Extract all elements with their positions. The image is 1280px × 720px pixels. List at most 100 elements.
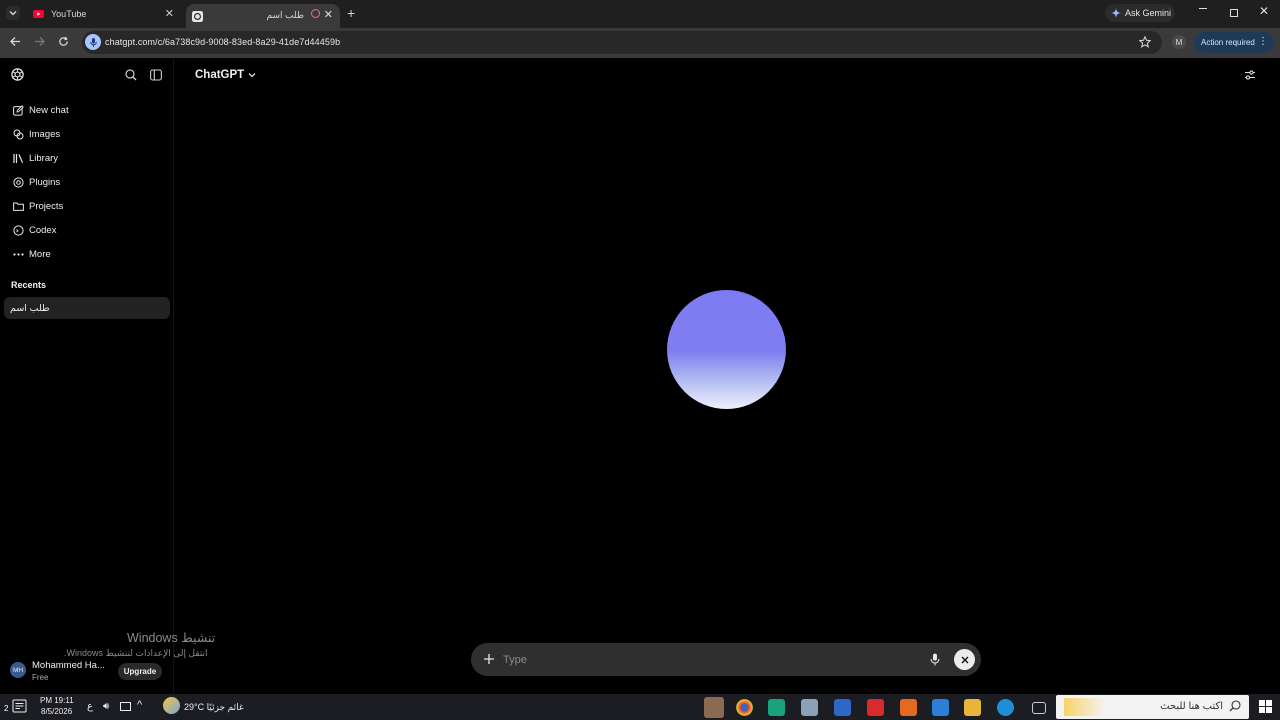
microphone-icon bbox=[89, 37, 97, 47]
volume-icon[interactable]: 🔊︎ bbox=[103, 701, 109, 712]
add-attachment-button[interactable] bbox=[483, 653, 495, 665]
toggle-sidebar-button[interactable] bbox=[150, 69, 162, 81]
codex-icon bbox=[12, 224, 24, 236]
restore-icon[interactable] bbox=[1230, 9, 1238, 17]
tab-youtube[interactable]: YouTube ✕ bbox=[26, 2, 182, 26]
sidebar-item-label: Projects bbox=[29, 200, 64, 212]
weather-text[interactable]: 29°C غائم جزئيًا bbox=[184, 702, 244, 713]
search-icon bbox=[1229, 700, 1241, 712]
sidebar-icon bbox=[150, 69, 162, 81]
recording-indicator-icon bbox=[311, 9, 320, 18]
clock-time[interactable]: PM 19:11 bbox=[40, 696, 74, 705]
voice-mode-orb bbox=[667, 290, 786, 409]
youtube-icon bbox=[33, 10, 44, 18]
sidebar-item-label: Library bbox=[29, 152, 59, 164]
taskbar-app-4-icon[interactable] bbox=[801, 699, 818, 716]
search-chats-button[interactable] bbox=[125, 69, 137, 81]
taskbar-search[interactable]: اكتب هنا للبحث bbox=[1056, 695, 1249, 719]
site-info-button[interactable] bbox=[85, 34, 101, 50]
action-required-label: Action required bbox=[1201, 38, 1255, 47]
sidebar: New chat Images Library Plugins Projects… bbox=[0, 58, 174, 694]
action-required-button[interactable]: Action required ⋮ bbox=[1194, 32, 1274, 53]
sidebar-item-images[interactable]: Images bbox=[4, 123, 170, 145]
sidebar-item-projects[interactable]: Projects bbox=[4, 195, 170, 217]
user-name: Mohammed Ha... bbox=[32, 660, 105, 671]
taskbar-app-7-icon[interactable] bbox=[900, 699, 917, 716]
store-icon[interactable] bbox=[834, 699, 851, 716]
notification-icon bbox=[12, 699, 27, 713]
ask-gemini-button[interactable]: Ask Gemini bbox=[1105, 4, 1175, 22]
end-voice-button[interactable] bbox=[954, 649, 975, 670]
task-view-icon[interactable] bbox=[1032, 702, 1046, 714]
arrow-right-icon bbox=[35, 37, 45, 46]
weather-icon[interactable] bbox=[163, 697, 180, 714]
mail-icon[interactable] bbox=[932, 699, 949, 716]
notification-count: 2 bbox=[4, 704, 9, 713]
gemini-sparkle-icon bbox=[1111, 8, 1121, 18]
message-input[interactable] bbox=[503, 651, 903, 668]
search-placeholder: اكتب هنا للبحث bbox=[1160, 701, 1223, 712]
start-button[interactable] bbox=[1259, 700, 1272, 713]
sidebar-item-more[interactable]: More bbox=[4, 243, 170, 265]
windows-logo-icon bbox=[1259, 700, 1272, 713]
sidebar-item-codex[interactable]: Codex bbox=[4, 219, 170, 241]
more-icon bbox=[12, 248, 24, 260]
dictate-button[interactable] bbox=[930, 653, 940, 666]
library-icon bbox=[12, 152, 24, 164]
sidebar-item-plugins[interactable]: Plugins bbox=[4, 171, 170, 193]
close-window-icon[interactable]: ✕ bbox=[1259, 4, 1269, 18]
close-icon bbox=[961, 656, 968, 663]
page-title: ChatGPT bbox=[195, 69, 245, 81]
menu-dots-icon: ⋮ bbox=[1258, 36, 1268, 47]
reload-button[interactable] bbox=[58, 36, 69, 47]
reload-icon bbox=[59, 36, 68, 46]
network-icon[interactable] bbox=[120, 702, 131, 711]
edge-icon[interactable] bbox=[997, 699, 1014, 716]
tab-strip: YouTube ✕ طلب اسم ✕ + Ask Gemini ✕ bbox=[0, 0, 1280, 28]
notifications-button[interactable] bbox=[12, 699, 27, 714]
search-icon bbox=[125, 69, 137, 81]
forward-button[interactable] bbox=[34, 36, 45, 47]
sidebar-item-label: Plugins bbox=[29, 176, 61, 188]
recent-chat-item[interactable]: طلب اسم bbox=[4, 297, 170, 319]
url-text: chatgpt.com/c/6a738c9d-9008-83ed-8a29-41… bbox=[105, 37, 341, 47]
openai-logo-icon[interactable] bbox=[10, 67, 25, 82]
chevron-down-icon bbox=[9, 11, 17, 16]
address-bar[interactable]: chatgpt.com/c/6a738c9d-9008-83ed-8a29-41… bbox=[82, 31, 1162, 54]
windows-taskbar: 2 PM 19:11 8/5/2026 ع 🔊︎ ^ 29°C غائم جزئ… bbox=[0, 694, 1280, 720]
sidebar-item-label: Images bbox=[29, 128, 61, 140]
taskbar-app-1-icon[interactable] bbox=[704, 697, 724, 718]
back-button[interactable] bbox=[10, 36, 21, 47]
model-selector[interactable]: ChatGPT bbox=[195, 69, 256, 81]
activation-watermark-text: انتقل إلى الإعدادات لتنشيط Windows. bbox=[64, 648, 208, 658]
tab-chatgpt[interactable]: طلب اسم ✕ bbox=[186, 4, 340, 28]
taskbar-app-3-icon[interactable] bbox=[768, 699, 785, 716]
wps-icon[interactable] bbox=[867, 699, 884, 716]
folder-icon bbox=[12, 200, 24, 212]
chatgpt-favicon-icon bbox=[192, 10, 203, 22]
sidebar-item-new-chat[interactable]: New chat bbox=[4, 99, 170, 121]
bookmark-button[interactable] bbox=[1139, 36, 1151, 48]
file-explorer-icon[interactable] bbox=[964, 699, 981, 716]
profile-avatar[interactable]: M bbox=[1172, 35, 1186, 49]
input-language[interactable]: ع bbox=[87, 701, 93, 712]
minimize-icon[interactable] bbox=[1199, 8, 1207, 9]
sidebar-item-library[interactable]: Library bbox=[4, 147, 170, 169]
ask-gemini-label: Ask Gemini bbox=[1125, 8, 1172, 18]
close-tab-icon[interactable]: ✕ bbox=[165, 7, 174, 20]
images-icon bbox=[12, 128, 24, 140]
chrome-icon[interactable] bbox=[736, 699, 753, 716]
plus-icon bbox=[484, 654, 494, 664]
upgrade-button[interactable]: Upgrade bbox=[118, 663, 162, 680]
avatar: MH bbox=[10, 662, 26, 678]
browser-toolbar: chatgpt.com/c/6a738c9d-9008-83ed-8a29-41… bbox=[0, 28, 1280, 58]
close-tab-icon[interactable]: ✕ bbox=[324, 8, 333, 21]
chevron-down-icon bbox=[248, 73, 256, 78]
user-plan: Free bbox=[32, 673, 49, 682]
clock-date[interactable]: 8/5/2026 bbox=[41, 707, 72, 716]
new-tab-button[interactable]: + bbox=[347, 5, 355, 21]
plugins-icon bbox=[12, 176, 24, 188]
voice-settings-button[interactable] bbox=[1244, 69, 1256, 81]
tab-search-button[interactable] bbox=[6, 6, 20, 20]
chevron-up-icon[interactable]: ^ bbox=[137, 699, 142, 711]
